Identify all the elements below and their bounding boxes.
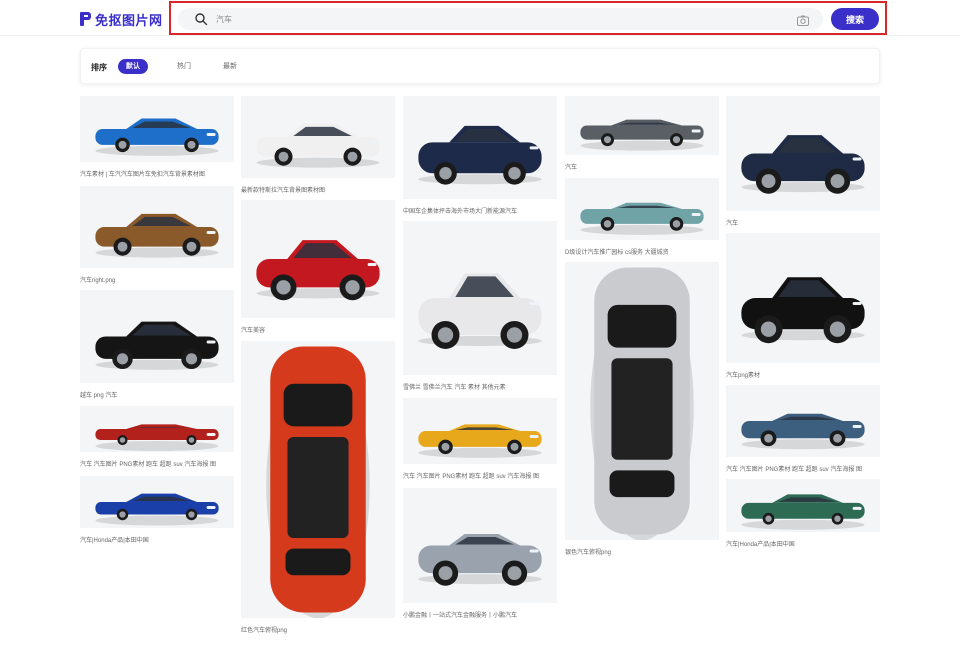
image-caption[interactable]: 汽车素材 | 车汽汽车图片车免扣汽车背景素材图 — [80, 169, 234, 178]
image-caption[interactable]: 汽车美容 — [241, 325, 395, 334]
car-image[interactable] — [80, 96, 234, 162]
image-caption[interactable]: 汽车right.png — [80, 275, 234, 284]
search-box — [178, 8, 823, 30]
car-illustration — [418, 125, 542, 185]
camera-icon[interactable] — [797, 13, 809, 26]
car-illustration — [590, 267, 694, 540]
sort-option-default[interactable]: 默认 — [118, 59, 148, 74]
car-illustration — [95, 213, 219, 258]
car-image[interactable] — [403, 96, 557, 199]
sort-option-latest[interactable]: 最新 — [215, 59, 245, 74]
car-illustration — [266, 346, 370, 618]
sort-bar: 排序 默认 热门 最新 — [80, 48, 880, 84]
site-logo[interactable]: 免抠图片网 — [80, 10, 163, 28]
image-caption[interactable]: 汽车 汽车图片 PNG素材 跑车 超跑 suv 汽车海报 图 — [726, 464, 880, 473]
image-caption[interactable]: 汽车 汽车图片 PNG素材 跑车 超跑 suv 汽车海报 图 — [80, 459, 234, 468]
car-image[interactable] — [80, 406, 234, 452]
logo-icon — [80, 12, 92, 26]
car-image[interactable] — [726, 385, 880, 457]
car-illustration — [741, 494, 865, 530]
image-caption[interactable]: 最新款特斯拉汽车背景图素材图 — [241, 185, 395, 194]
car-image[interactable] — [565, 178, 719, 240]
image-caption[interactable]: 雪佛兰 雪佛兰汽车 汽车 素材 其他元素 — [403, 382, 557, 391]
car-illustration — [418, 273, 542, 349]
car-image[interactable] — [403, 221, 557, 375]
image-caption[interactable]: 银色汽车俯视png — [565, 547, 719, 556]
car-image[interactable] — [80, 186, 234, 268]
car-image[interactable] — [403, 398, 557, 464]
image-caption[interactable]: 越车 png 汽车 — [80, 390, 234, 399]
car-illustration — [580, 202, 704, 235]
image-caption[interactable]: 红色汽车俯视png — [241, 625, 395, 634]
image-caption[interactable]: 汽车 — [726, 218, 880, 227]
car-illustration — [741, 277, 865, 344]
image-caption[interactable]: 小鹏金融丨一站式汽车金融服务丨小鹏汽车 — [403, 610, 557, 619]
car-image[interactable] — [565, 262, 719, 540]
car-image[interactable] — [726, 479, 880, 532]
car-image[interactable] — [80, 476, 234, 528]
car-illustration — [741, 413, 865, 450]
image-caption[interactable]: 汽车|Honda产品|本田中国 — [726, 539, 880, 548]
search-area: 搜索 — [169, 1, 887, 35]
search-button[interactable]: 搜索 — [831, 8, 879, 30]
car-image[interactable] — [241, 200, 395, 318]
car-illustration — [256, 123, 380, 168]
image-caption[interactable]: D级设计汽车推广园标 cs服务 大疆城资 — [565, 247, 719, 256]
search-input[interactable] — [216, 11, 776, 27]
car-image[interactable] — [241, 96, 395, 178]
sort-label: 排序 — [91, 63, 107, 72]
logo-text: 免抠图片网 — [95, 12, 163, 28]
image-caption[interactable]: 汽车 汽车图片 PNG素材 跑车 超跑 suv 汽车海报 图 — [403, 471, 557, 480]
car-illustration — [418, 534, 542, 586]
car-illustration — [418, 424, 542, 458]
top-header: 免抠图片网 搜索 — [0, 0, 960, 36]
car-image[interactable] — [80, 290, 234, 383]
image-caption[interactable]: 汽车png素材 — [726, 370, 880, 379]
car-illustration — [580, 119, 704, 151]
car-illustration — [95, 493, 219, 526]
car-image[interactable] — [403, 488, 557, 603]
car-image[interactable] — [565, 96, 719, 155]
search-icon[interactable] — [194, 12, 208, 26]
car-illustration — [95, 424, 219, 452]
image-caption[interactable]: 汽车|Honda产品|本田中国 — [80, 535, 234, 544]
car-image[interactable] — [726, 233, 880, 363]
image-caption[interactable]: 汽车 — [565, 162, 719, 171]
car-illustration — [95, 321, 219, 370]
sort-option-hot[interactable]: 热门 — [169, 59, 199, 74]
car-image[interactable] — [241, 341, 395, 618]
car-illustration — [256, 240, 380, 301]
image-caption[interactable]: 中国车企集体抨击海外市场大门新能源汽车 — [403, 206, 557, 215]
car-image[interactable] — [726, 96, 880, 211]
car-illustration — [95, 118, 219, 156]
car-illustration — [741, 135, 865, 194]
